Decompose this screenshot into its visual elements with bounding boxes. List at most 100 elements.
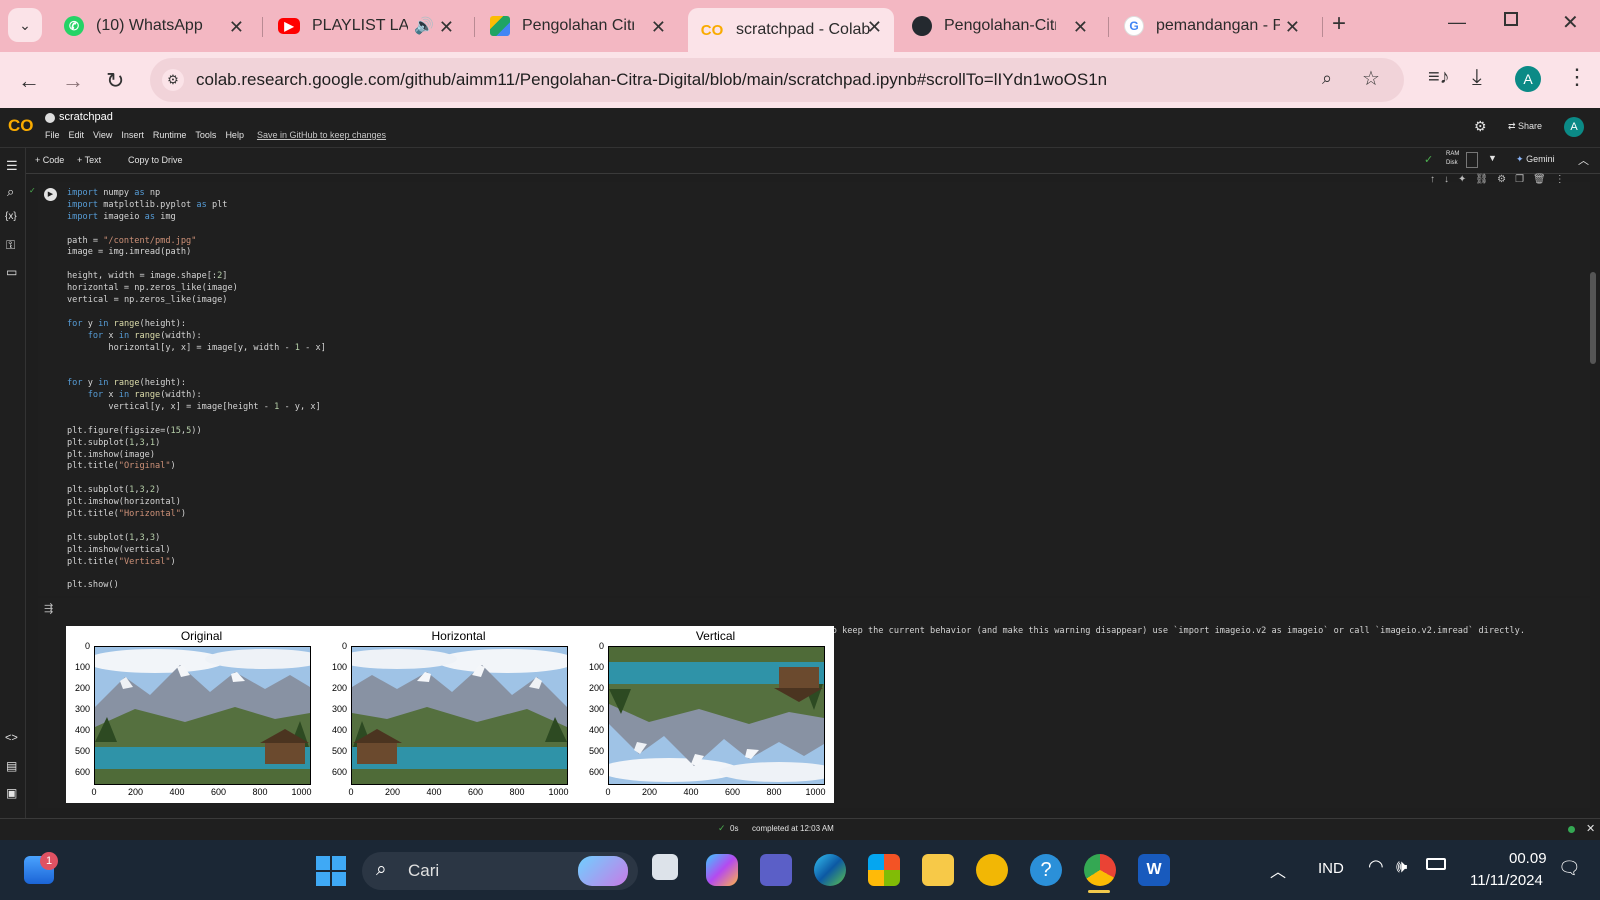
audio-playing-icon[interactable]: 🔊	[414, 16, 434, 36]
colab-logo[interactable]: CO	[8, 116, 34, 136]
back-icon[interactable]: ←	[18, 68, 40, 94]
tab-github[interactable]: Pengolahan-Citra-Digital ✕	[900, 8, 1100, 44]
close-status-icon[interactable]: ✕	[1586, 822, 1595, 835]
colab-avatar[interactable]: A	[1564, 117, 1584, 137]
save-in-github-link[interactable]: Save in GitHub to keep changes	[257, 130, 386, 140]
media-control-icon[interactable]: ≡♪	[1428, 66, 1450, 89]
output-menu-icon[interactable]: ⇶	[44, 602, 53, 615]
tab-whatsapp[interactable]: ✆ (10) WhatsApp ✕	[52, 8, 256, 44]
download-icon[interactable]: ⤓	[1472, 64, 1482, 90]
move-cell-up-icon[interactable]: ↑	[1430, 174, 1435, 185]
word-icon[interactable]: W	[1138, 854, 1170, 886]
code-line[interactable]: plt.subplot(1,3,2)	[67, 485, 326, 497]
zoom-icon[interactable]: ⌕	[1322, 68, 1332, 89]
terminal-icon[interactable]: ▣	[6, 786, 17, 800]
share-button[interactable]: ⇄ Share	[1508, 121, 1542, 132]
run-cell-button[interactable]: ▶	[44, 188, 57, 201]
code-line[interactable]: plt.title("Original")	[67, 461, 326, 473]
code-line[interactable]: for y in range(height):	[67, 319, 326, 331]
menu-tools[interactable]: Tools	[195, 130, 216, 140]
address-bar[interactable]: ⚙ colab.research.google.com/github/aimm1…	[150, 58, 1404, 102]
collapse-header-icon[interactable]: ︿	[1578, 152, 1589, 168]
close-tab-icon[interactable]: ✕	[867, 17, 882, 38]
code-line[interactable]	[67, 259, 326, 271]
code-line[interactable]: height, width = image.shape[:2]	[67, 271, 326, 283]
add-text-button[interactable]: + Text	[77, 155, 101, 165]
more-options-icon[interactable]: ⋮	[1555, 174, 1565, 185]
code-line[interactable]: plt.imshow(image)	[67, 450, 326, 462]
secrets-key-icon[interactable]: ⚿	[6, 238, 15, 253]
gemini-cell-icon[interactable]: ✦	[1458, 174, 1466, 185]
settings-gear-icon[interactable]: ⚙	[1474, 118, 1487, 135]
copilot-icon[interactable]	[706, 854, 738, 886]
close-tab-icon[interactable]: ✕	[651, 17, 666, 38]
code-editor[interactable]: import numpy as np import matplotlib.pypl…	[67, 188, 326, 592]
code-line[interactable]	[67, 569, 326, 581]
code-snippets-icon[interactable]: <>	[5, 732, 18, 744]
vpn-shield-icon[interactable]	[976, 854, 1008, 886]
restore-window-button[interactable]	[1504, 12, 1518, 26]
menu-insert[interactable]: Insert	[121, 130, 144, 140]
menu-runtime[interactable]: Runtime	[153, 130, 187, 140]
search-icon[interactable]: ⌕	[7, 184, 14, 200]
help-icon[interactable]: ?	[1030, 854, 1062, 886]
code-line[interactable]: plt.figure(figsize=(15,5))	[67, 426, 326, 438]
code-line[interactable]: plt.title("Vertical")	[67, 557, 326, 569]
chevron-down-icon[interactable]: ▼	[1488, 153, 1497, 163]
code-line[interactable]: for x in range(width):	[67, 331, 326, 343]
code-line[interactable]	[67, 224, 326, 236]
close-tab-icon[interactable]: ✕	[229, 17, 244, 38]
code-line[interactable]	[67, 473, 326, 485]
volume-icon[interactable]: 🕪	[1396, 856, 1407, 877]
chrome-icon[interactable]	[1084, 854, 1116, 886]
code-line[interactable]: plt.imshow(vertical)	[67, 545, 326, 557]
battery-icon[interactable]	[1426, 858, 1446, 870]
command-palette-icon[interactable]: ▤	[6, 759, 17, 773]
cell-settings-icon[interactable]: ⚙	[1497, 174, 1506, 185]
code-line[interactable]: for x in range(width):	[67, 390, 326, 402]
code-line[interactable]: vertical[y, x] = image[height - 1 - y, x…	[67, 402, 326, 414]
tab-colab-scratchpad[interactable]: CO scratchpad - Colab ✕	[688, 8, 894, 52]
ram-label[interactable]: RAM	[1446, 151, 1459, 157]
site-info-icon[interactable]: ⚙	[162, 69, 184, 91]
code-line[interactable]	[67, 307, 326, 319]
table-of-contents-icon[interactable]: ☰	[6, 158, 18, 174]
code-line[interactable]: import matplotlib.pyplot as plt	[67, 200, 326, 212]
url-text[interactable]: colab.research.google.com/github/aimm11/…	[196, 70, 1107, 90]
scrollbar[interactable]	[1590, 272, 1596, 364]
move-cell-down-icon[interactable]: ↓	[1444, 174, 1449, 185]
notebook-title[interactable]: scratchpad	[59, 111, 113, 123]
menu-edit[interactable]: Edit	[69, 130, 85, 140]
code-line[interactable]: plt.subplot(1,3,1)	[67, 438, 326, 450]
reload-icon[interactable]: ↻	[106, 68, 124, 94]
add-code-button[interactable]: + Code	[35, 155, 64, 165]
microsoft-store-icon[interactable]	[868, 854, 900, 886]
notification-center-icon[interactable]: 🗨	[1558, 858, 1581, 879]
close-tab-icon[interactable]: ✕	[1073, 17, 1088, 38]
code-line[interactable]: plt.subplot(1,3,3)	[67, 533, 326, 545]
code-line[interactable]: vertical = np.zeros_like(image)	[67, 295, 326, 307]
variables-icon[interactable]: {x}	[5, 211, 17, 222]
files-folder-icon[interactable]: ▭	[6, 265, 17, 279]
task-view-icon[interactable]	[652, 854, 678, 880]
bookmark-star-icon[interactable]: ☆	[1362, 66, 1380, 91]
code-line[interactable]	[67, 354, 326, 366]
code-line[interactable]: import imageio as img	[67, 212, 326, 224]
close-tab-icon[interactable]: ✕	[439, 17, 454, 38]
close-tab-icon[interactable]: ✕	[1285, 17, 1300, 38]
delete-cell-icon[interactable]: 🗑	[1533, 174, 1546, 185]
close-window-button[interactable]: ✕	[1562, 10, 1579, 35]
language-indicator[interactable]: IND	[1318, 860, 1344, 877]
execution-completed[interactable]: completed at 12:03 AM	[752, 824, 834, 833]
code-line[interactable]: plt.imshow(horizontal)	[67, 497, 326, 509]
minimize-window-button[interactable]: —	[1448, 12, 1466, 33]
resource-bars[interactable]	[1466, 152, 1478, 168]
code-line[interactable]: horizontal = np.zeros_like(image)	[67, 283, 326, 295]
new-tab-button[interactable]: +	[1332, 10, 1346, 38]
tab-google-drive[interactable]: Pengolahan Citra Digital ✕	[478, 8, 678, 44]
menu-view[interactable]: View	[93, 130, 112, 140]
tab-search-button[interactable]: ⌄	[8, 8, 42, 42]
tab-youtube-playlist[interactable]: ▶ PLAYLIST LAGU 🔊 ✕	[266, 8, 466, 44]
code-line[interactable]	[67, 521, 326, 533]
code-line[interactable]: import numpy as np	[67, 188, 326, 200]
